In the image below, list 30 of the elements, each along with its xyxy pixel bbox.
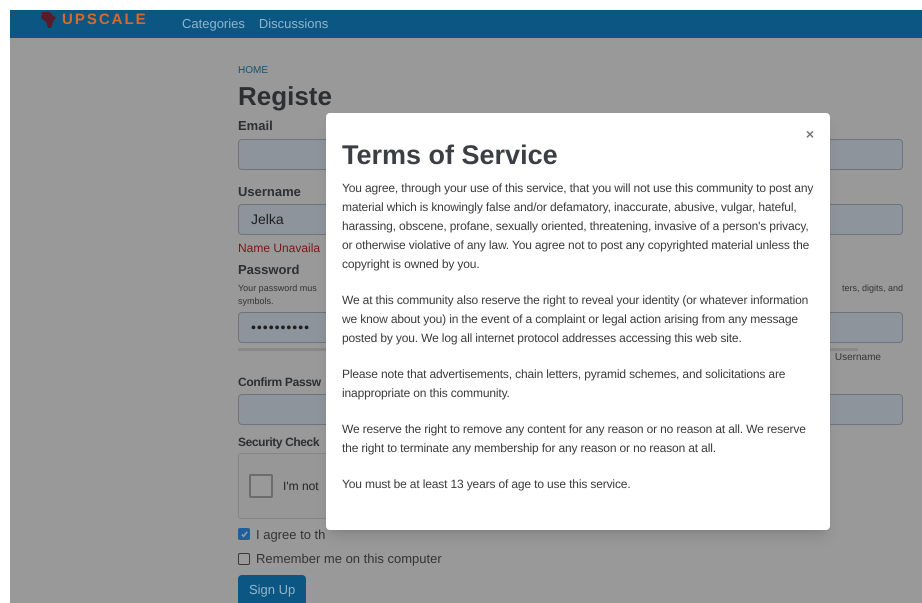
africa-map-icon	[38, 10, 58, 30]
nav-link[interactable]: Discussions	[258, 14, 328, 34]
field-label: Confirm Passw	[238, 374, 321, 390]
password-hint: symbols.	[238, 295, 274, 308]
breadcrumb-link[interactable]: HOME	[238, 63, 903, 78]
checkbox-label: I agree to th	[256, 526, 326, 544]
close-button[interactable]: ×	[806, 127, 814, 141]
nav-link[interactable]: Categories	[182, 14, 245, 34]
field-label: Email	[238, 117, 273, 135]
password-hint: Your password mus	[238, 282, 317, 295]
error-message: Name Unavaila	[238, 240, 320, 257]
password-note: Username	[834, 350, 881, 364]
remember-checkbox[interactable]	[238, 552, 250, 565]
terms-paragraph: You agree, through your use of this service, that you will not use this community to post any material which is knowingly false and/or defamatory, inaccurate, abusive, vulgar, hateful, harassing, obscene, profane, sexually oriented, threatening, invasive of a person's privacy, or otherwise violative of any law. You agree not to post any copyrighted material unless the copyright is owned by you.	[342, 180, 814, 273]
captcha-label: I'm not	[283, 478, 319, 494]
page-title: Registe	[238, 82, 333, 110]
site-logo[interactable]: UPSCALE	[62, 8, 148, 32]
captcha-checkbox[interactable]	[249, 474, 273, 498]
sign-up-button[interactable]: Sign Up	[238, 574, 306, 603]
checkbox-label: Remember me on this computer	[256, 550, 442, 568]
terms-paragraph: We reserve the right to remove any content for any reason or no reason at all. We reserve the right to terminate any membership for any reason or no reason at all.	[342, 421, 807, 457]
agree-checkbox[interactable]	[238, 528, 250, 540]
modal-title: Terms of Service	[342, 139, 558, 171]
terms-paragraph: Please note that advertisements, chain letters, pyramid schemes, and solicitations are inappropriate on this community.	[342, 366, 786, 402]
terms-paragraph: We at this community also reserve the right to reveal your identity (or whatever information we know about you) in the event of a complaint or legal action arising from any message posted by you. We log all internet protocol addresses accessing this web site.	[342, 292, 810, 347]
field-label: Username	[238, 182, 301, 200]
password-hint: ters, digits, and	[842, 282, 903, 295]
field-label: Password	[238, 261, 300, 279]
terms-paragraph: You must be at least 13 years of age to use this service.	[342, 476, 632, 493]
field-label: Security Check	[238, 434, 320, 450]
